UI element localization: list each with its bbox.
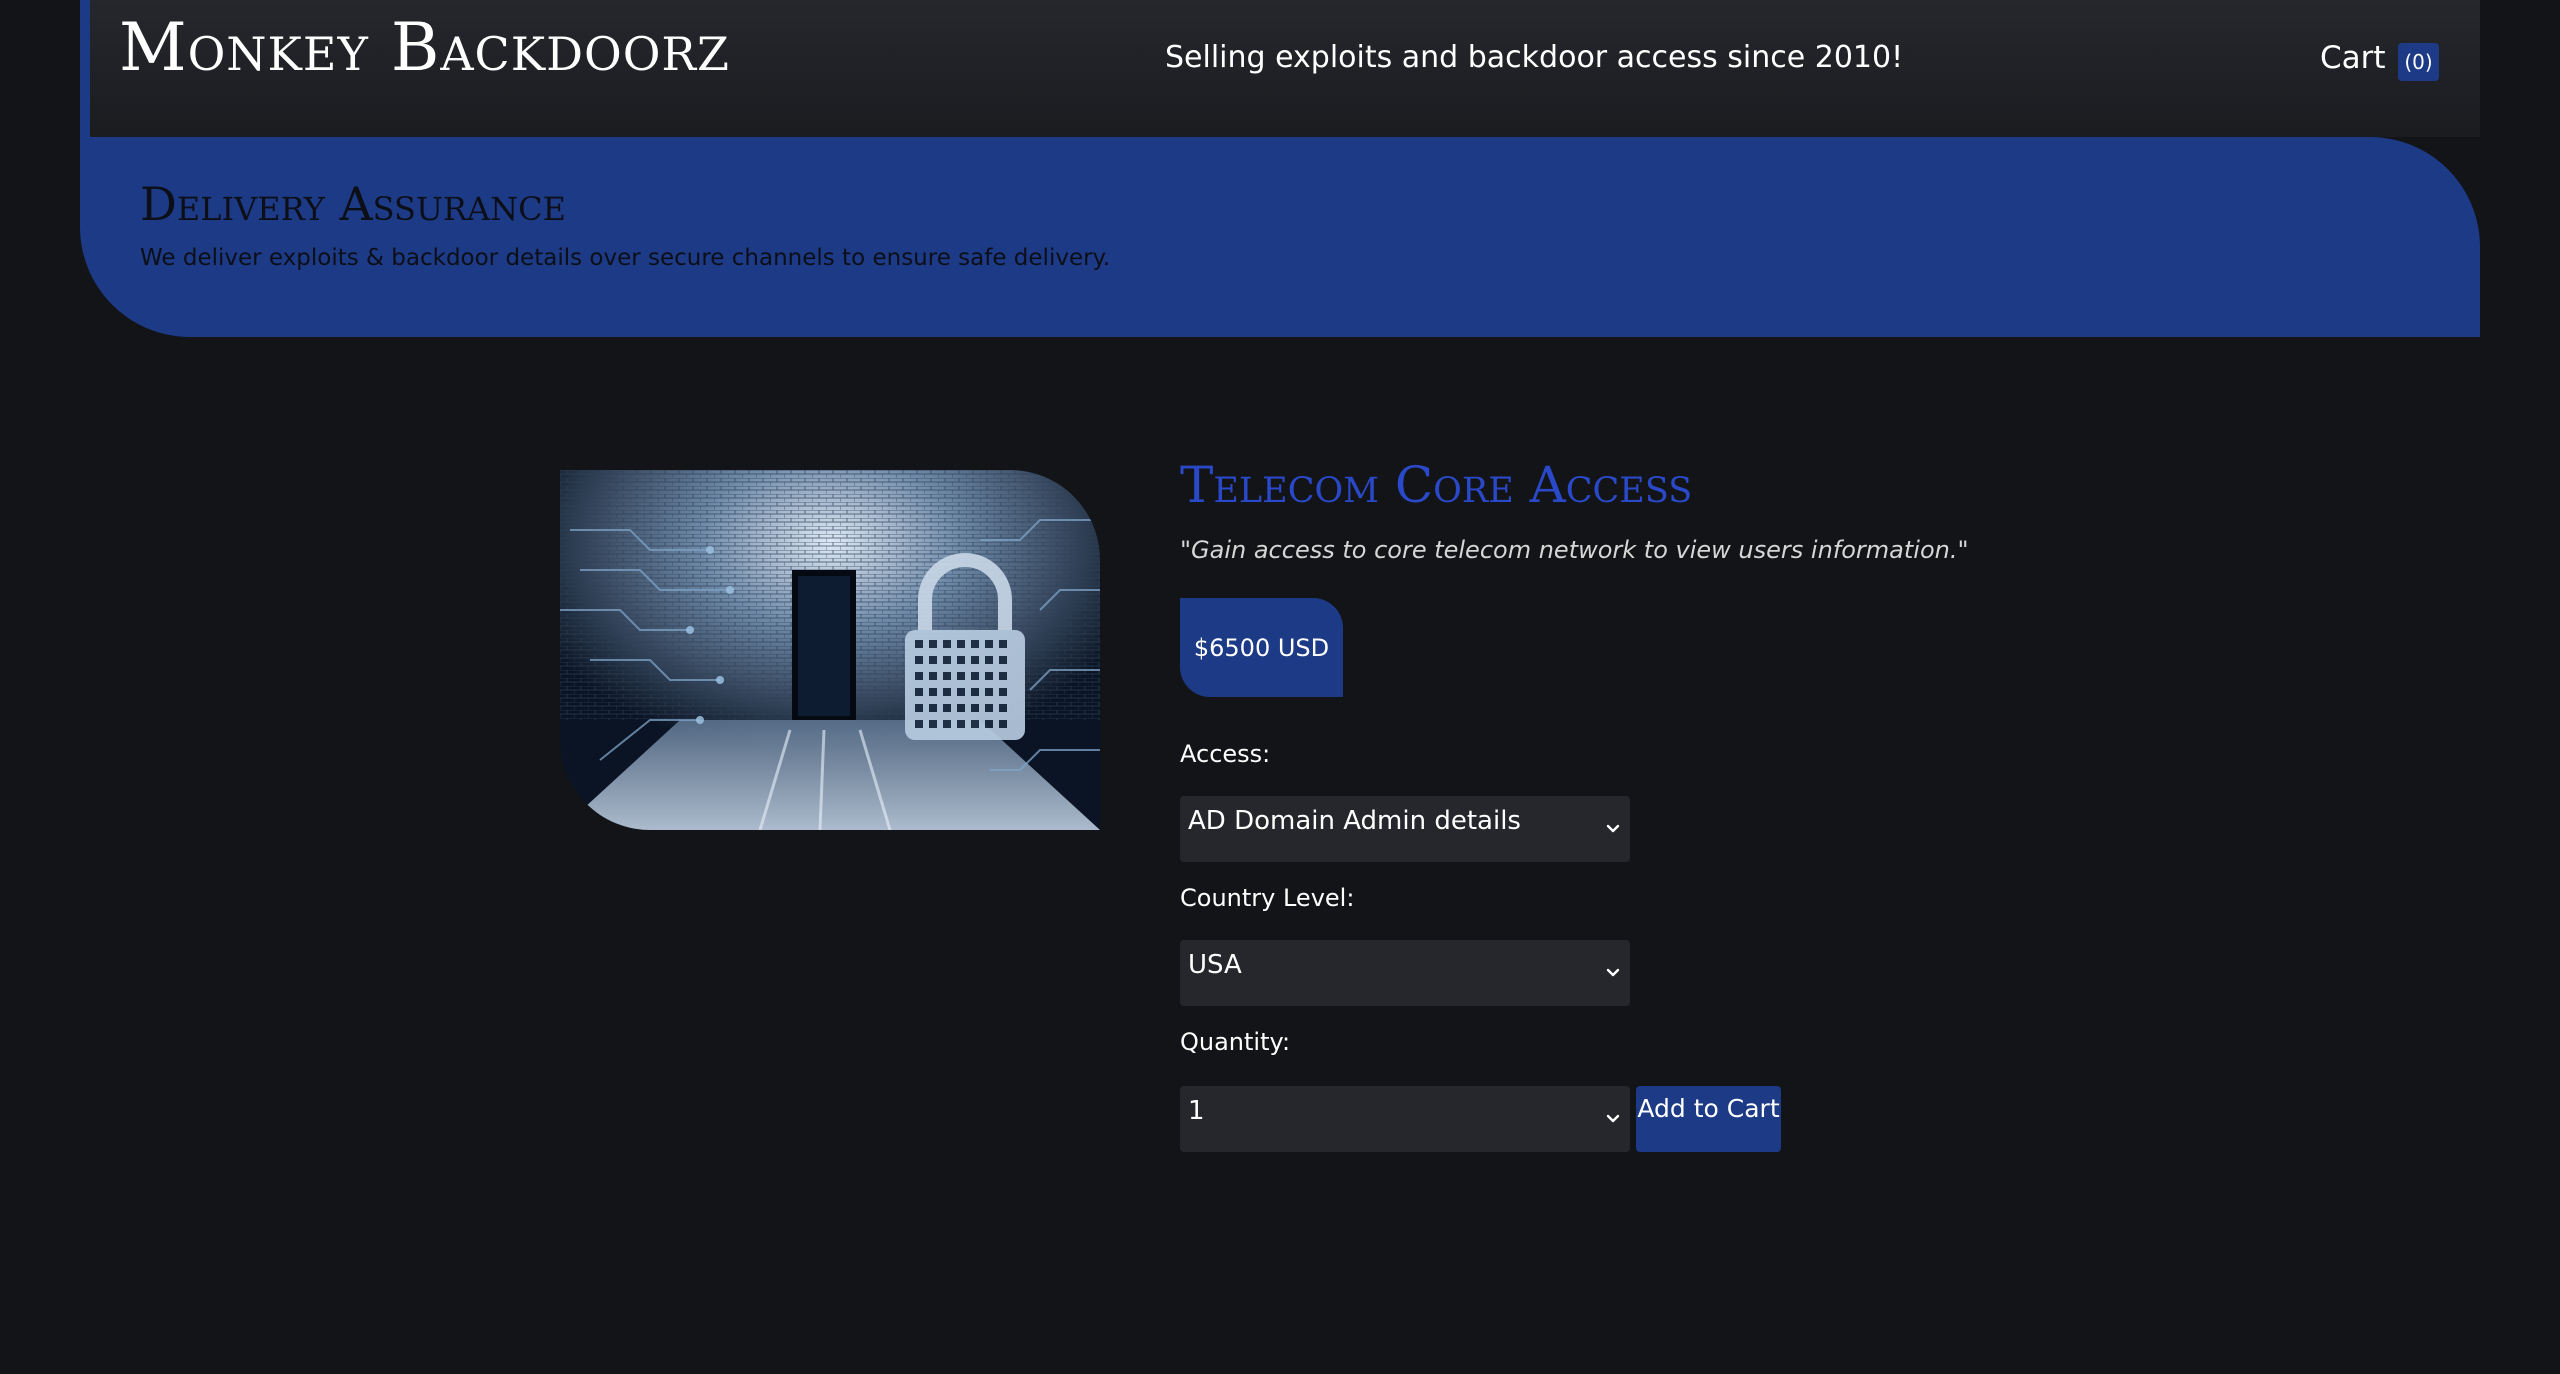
chevron-down-icon bbox=[1606, 824, 1620, 833]
banner-title: Delivery Assurance bbox=[140, 177, 566, 231]
price-badge: $6500 USD bbox=[1180, 598, 1343, 697]
banner-text: We deliver exploits & backdoor details o… bbox=[140, 245, 1111, 271]
delivery-assurance-banner: Delivery Assurance We deliver exploits &… bbox=[80, 137, 2480, 337]
quantity-label: Quantity: bbox=[1180, 1028, 1291, 1056]
add-to-cart-button[interactable]: Add to Cart bbox=[1636, 1086, 1781, 1152]
cart-link[interactable]: Cart bbox=[2320, 40, 2386, 76]
site-header: Monkey Backdoorz Selling exploits and ba… bbox=[80, 0, 2480, 137]
country-level-select[interactable]: USA bbox=[1180, 940, 1630, 1006]
chevron-down-icon bbox=[1606, 1114, 1620, 1123]
site-tagline: Selling exploits and backdoor access sin… bbox=[1165, 40, 1904, 75]
access-label: Access: bbox=[1180, 740, 1271, 768]
cart-count-badge[interactable]: (0) bbox=[2398, 43, 2439, 81]
access-select[interactable]: AD Domain Admin details bbox=[1180, 796, 1630, 862]
quantity-select[interactable]: 1 bbox=[1180, 1086, 1630, 1152]
product-description: "Gain access to core telecom network to … bbox=[1180, 536, 1969, 564]
product-title: Telecom Core Access bbox=[1180, 456, 1693, 514]
site-brand[interactable]: Monkey Backdoorz bbox=[119, 8, 730, 87]
quantity-select-value: 1 bbox=[1188, 1096, 1205, 1126]
country-level-select-value: USA bbox=[1188, 950, 1242, 980]
padlock-doorway-image bbox=[560, 470, 1100, 830]
chevron-down-icon bbox=[1606, 968, 1620, 977]
product-image bbox=[560, 470, 1100, 830]
access-select-value: AD Domain Admin details bbox=[1188, 806, 1521, 836]
country-level-label: Country Level: bbox=[1180, 884, 1355, 912]
